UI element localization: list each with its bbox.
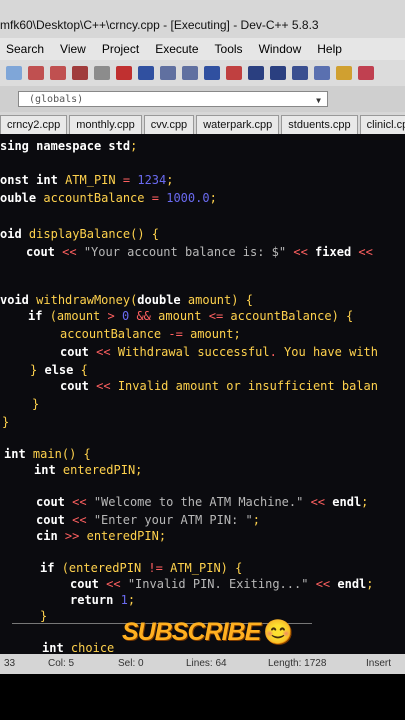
debug-icon[interactable] [358, 66, 374, 80]
menu-search[interactable]: Search [6, 42, 44, 56]
code-line: int choice [42, 641, 115, 654]
subscribe-overlay: SUBSCRIBE 😊 [122, 618, 293, 647]
replace-icon[interactable] [182, 66, 198, 80]
code-line: void withdrawMoney(double amount) { [0, 293, 253, 307]
redo-icon[interactable] [138, 66, 154, 80]
code-line: int enteredPIN; [34, 463, 143, 477]
unindent-icon[interactable] [226, 66, 242, 80]
code-line: return 1; [70, 593, 136, 607]
status-lines: Lines: 64 [186, 658, 227, 669]
scope-dropdown[interactable]: (globals) ▼ [18, 91, 328, 107]
status-bar: 33 Col: 5 Sel: 0 Lines: 64 Length: 1728 … [0, 654, 405, 674]
status-mode: Insert [366, 658, 392, 669]
code-line: cout << "Enter your ATM PIN: "; [36, 513, 261, 527]
indent-icon[interactable] [204, 66, 220, 80]
code-line: } else { [30, 363, 88, 377]
status-length: Length: 1728 [268, 658, 327, 669]
code-line: int main() { [4, 447, 91, 461]
code-line: if (enteredPIN != ATM_PIN) { [40, 561, 243, 575]
status-sel: Sel: 0 [118, 658, 144, 669]
code-line: } [40, 609, 48, 623]
menu-bar: Search View Project Execute Tools Window… [0, 38, 405, 60]
status-line: 33 [4, 658, 16, 669]
smiley-emoji-icon: 😊 [263, 619, 293, 646]
code-line: } [32, 397, 40, 411]
menu-execute[interactable]: Execute [155, 42, 198, 56]
status-col: Col: 5 [48, 658, 75, 669]
menu-view[interactable]: View [60, 42, 86, 56]
code-line: cout << "Invalid PIN. Exiting..." << end… [70, 577, 374, 591]
save-all-icon[interactable] [72, 66, 88, 80]
undo-icon[interactable] [116, 66, 132, 80]
code-line: sing namespace std; [0, 139, 138, 153]
find-icon[interactable] [160, 66, 176, 80]
tab-monthly[interactable]: monthly.cpp [69, 115, 142, 134]
chevron-down-icon[interactable]: ▼ [316, 93, 321, 109]
tab-cvv[interactable]: cvv.cpp [143, 115, 195, 134]
tab-clinicl[interactable]: clinicl.cpp [359, 115, 405, 134]
bookmark-icon[interactable] [248, 66, 264, 80]
scope-bar: (globals) ▼ [0, 86, 405, 112]
code-line: cout << Invalid amount or insufficient b… [60, 379, 378, 393]
code-editor[interactable]: sing namespace std; onst int ATM_PIN = 1… [0, 134, 405, 654]
code-line: accountBalance -= amount; [60, 327, 241, 341]
window-title: mfk60\Desktop\C++\crncy.cpp - [Executing… [0, 18, 319, 32]
menu-tools[interactable]: Tools [215, 42, 243, 56]
scope-value: (globals) [29, 94, 84, 105]
menu-window[interactable]: Window [259, 42, 302, 56]
code-line: ouble accountBalance = 1000.0; [0, 191, 217, 205]
save-icon[interactable] [50, 66, 66, 80]
code-line: cout << "Welcome to the ATM Machine." <<… [36, 495, 369, 509]
file-tabs: crncy2.cpp monthly.cpp cvv.cpp waterpark… [0, 112, 405, 134]
code-line: oid displayBalance() { [0, 227, 160, 241]
code-line: cout << "Your account balance is: $" << … [26, 245, 373, 259]
open-file-icon[interactable] [28, 66, 44, 80]
menu-project[interactable]: Project [102, 42, 139, 56]
subscribe-text: SUBSCRIBE [122, 618, 261, 646]
code-line: onst int ATM_PIN = 1234; [0, 173, 174, 187]
tab-waterpark[interactable]: waterpark.cpp [196, 115, 280, 134]
code-line: if (amount > 0 && amount <= accountBalan… [28, 309, 354, 323]
code-line: } [2, 415, 10, 429]
window-titlebar: mfk60\Desktop\C++\crncy.cpp - [Executing… [0, 0, 405, 38]
toolbar [0, 60, 405, 86]
print-icon[interactable] [94, 66, 110, 80]
run-icon[interactable] [314, 66, 330, 80]
menu-help[interactable]: Help [317, 42, 342, 56]
rebuild-icon[interactable] [336, 66, 352, 80]
screen-bottom [0, 674, 405, 720]
compile-icon[interactable] [292, 66, 308, 80]
tab-crncy2[interactable]: crncy2.cpp [0, 115, 68, 134]
code-line: cin >> enteredPIN; [36, 529, 167, 543]
goto-icon[interactable] [270, 66, 286, 80]
new-file-icon[interactable] [6, 66, 22, 80]
tab-stduents[interactable]: stduents.cpp [281, 115, 358, 134]
code-line: cout << Withdrawal successful. You have … [60, 345, 378, 359]
